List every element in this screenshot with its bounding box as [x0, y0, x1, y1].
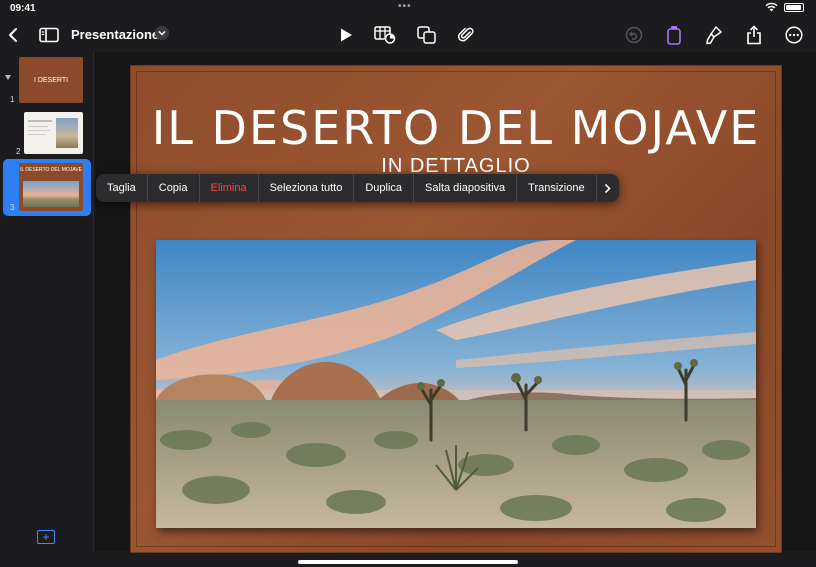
back-icon[interactable]	[0, 22, 26, 48]
desert-photo[interactable]	[156, 240, 756, 528]
attachment-icon[interactable]	[453, 22, 479, 48]
chevron-right-icon[interactable]	[597, 174, 619, 202]
slide-navigator: 1 I DESERTI 2 3 IL DESERTO DEL MOJAVE +	[0, 52, 94, 551]
play-icon[interactable]	[333, 22, 359, 48]
slide-thumbnail-3[interactable]: IL DESERTO DEL MOJAVE	[19, 163, 83, 211]
slide-thumbnail-1[interactable]: I DESERTI	[19, 57, 83, 103]
menu-item-skip-slide[interactable]: Salta diapositiva	[414, 174, 518, 202]
thumbnail-title: IL DESERTO DEL MOJAVE	[20, 167, 82, 173]
slide-number: 1	[10, 95, 15, 104]
title-chevron-icon[interactable]	[155, 26, 169, 40]
document-title[interactable]: Presentazione	[71, 27, 159, 42]
status-indicators	[765, 2, 804, 12]
menu-item-duplicate[interactable]: Duplica	[354, 174, 415, 202]
context-menu: Taglia Copia Elimina Seleziona tutto Dup…	[96, 174, 619, 202]
slide[interactable]: IL DESERTO DEL MOJAVE IN DETTAGLIO	[130, 65, 782, 553]
collapse-triangle-icon[interactable]	[5, 75, 11, 80]
slide-thumbnail-2[interactable]	[24, 112, 83, 154]
menu-item-delete[interactable]: Elimina	[200, 174, 259, 202]
wifi-icon	[765, 2, 778, 12]
undo-icon[interactable]	[621, 22, 647, 48]
slide-number: 2	[16, 147, 21, 156]
multitasking-dots-icon[interactable]: •••	[398, 1, 412, 12]
toolbar: Presentazione	[0, 18, 816, 52]
shapes-icon[interactable]	[414, 22, 440, 48]
add-slide-button[interactable]: +	[37, 530, 55, 544]
battery-icon	[784, 2, 804, 12]
home-indicator[interactable]	[298, 560, 518, 564]
slide-number: 3	[10, 203, 15, 212]
share-icon[interactable]	[741, 22, 767, 48]
more-icon[interactable]	[781, 22, 807, 48]
format-icon[interactable]	[661, 22, 687, 48]
status-time: 09:41	[10, 3, 36, 14]
sidebar-icon[interactable]	[36, 22, 62, 48]
slide-title[interactable]: IL DESERTO DEL MOJAVE	[130, 101, 782, 155]
menu-item-select-all[interactable]: Seleziona tutto	[259, 174, 355, 202]
menu-item-cut[interactable]: Taglia	[96, 174, 148, 202]
table-chart-icon[interactable]	[372, 22, 398, 48]
menu-item-copy[interactable]: Copia	[148, 174, 200, 202]
menu-item-transition[interactable]: Transizione	[517, 174, 597, 202]
brush-icon[interactable]	[701, 22, 727, 48]
status-bar: 09:41 •••	[0, 0, 816, 18]
thumbnail-title: I DESERTI	[33, 76, 69, 84]
